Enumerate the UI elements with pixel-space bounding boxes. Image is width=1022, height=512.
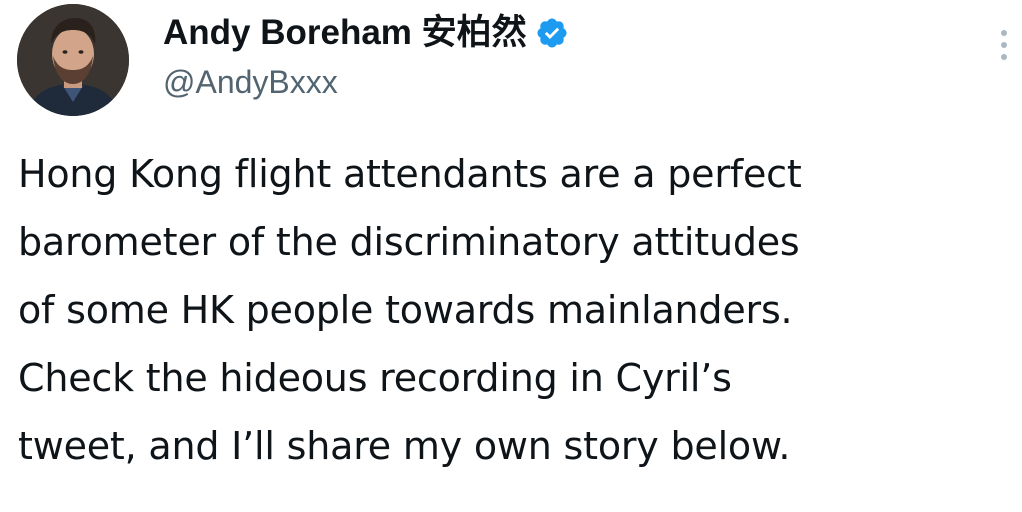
tweet-text-line: of some HK people towards mainlanders. <box>18 288 793 332</box>
tweet-text-line: barometer of the discriminatory attitude… <box>18 220 800 264</box>
avatar-photo <box>17 4 129 116</box>
verified-badge-icon[interactable] <box>535 16 569 50</box>
author-display-name[interactable]: Andy Boreham 安柏然 <box>163 12 527 54</box>
more-options-icon[interactable] <box>993 26 1015 66</box>
tweet-text: Hong Kong flight attendants are a perfec… <box>18 140 1008 480</box>
author-name-row: Andy Boreham 安柏然 <box>163 12 569 54</box>
tweet-text-line: Check the hideous recording in Cyril’s <box>18 356 732 400</box>
avatar[interactable] <box>17 4 129 116</box>
author-handle[interactable]: @AndyBxxx <box>163 62 338 102</box>
tweet-text-line: tweet, and I’ll share my own story below… <box>18 424 791 468</box>
tweet-card: Andy Boreham 安柏然 @AndyBxxx Hong Kong fli… <box>0 0 1022 512</box>
tweet-text-line: Hong Kong flight attendants are a perfec… <box>18 152 802 196</box>
